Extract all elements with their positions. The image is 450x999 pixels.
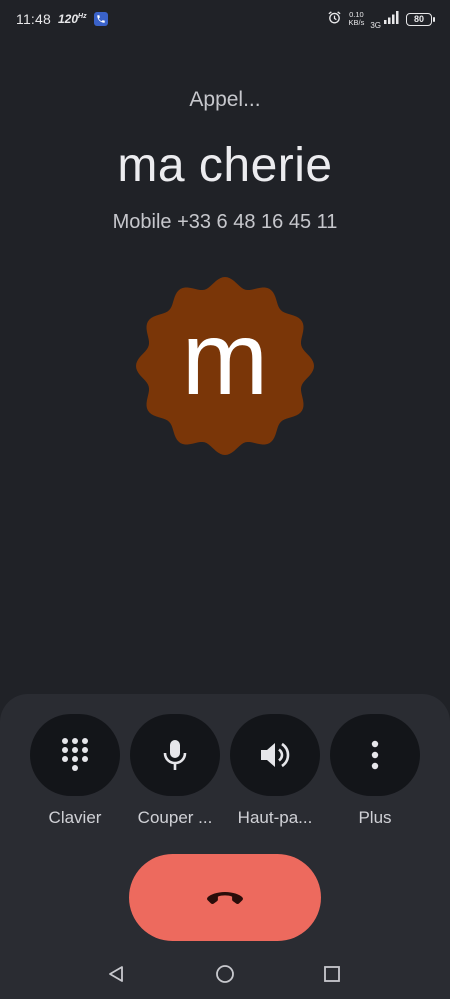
network-type: 3G <box>370 20 381 30</box>
recents-icon <box>324 966 340 982</box>
mute-control: Couper ... <box>130 714 220 828</box>
caller-number: Mobile +33 6 48 16 45 11 <box>112 211 338 233</box>
recents-button[interactable] <box>318 960 346 988</box>
status-right: 0.10 KB/s 3G 80 <box>327 9 435 30</box>
back-button[interactable] <box>102 960 130 988</box>
navigation-bar <box>0 960 450 988</box>
refresh-rate: 120Hz <box>58 12 87 26</box>
more-control: Plus <box>330 714 420 828</box>
speaker-control: Haut-pa... <box>230 714 320 828</box>
ongoing-call-icon <box>93 12 108 26</box>
more-label: Plus <box>358 808 392 827</box>
signal-icon <box>384 11 400 27</box>
avatar: m <box>135 276 315 456</box>
back-icon <box>109 966 123 982</box>
end-call-icon <box>207 891 243 904</box>
dialpad-button[interactable] <box>30 714 120 796</box>
home-button[interactable] <box>211 960 239 988</box>
more-button[interactable] <box>330 714 420 796</box>
call-status: Appel... <box>189 88 261 111</box>
speaker-label: Haut-pa... <box>237 808 313 827</box>
dialpad-icon <box>62 738 88 771</box>
net-speed-unit: KB/s <box>348 18 365 27</box>
dialpad-control: Clavier <box>30 714 120 828</box>
status-bar: 11:48 120Hz 0.10 KB/s 3G 80 <box>0 0 450 38</box>
refresh-rate-value: 120 <box>58 12 79 26</box>
alarm-icon <box>327 10 342 28</box>
caller-name: ma cherie <box>117 139 333 192</box>
dialpad-label: Clavier <box>48 808 102 827</box>
home-icon <box>216 965 234 983</box>
mute-label: Couper ... <box>137 808 213 827</box>
battery-level: 80 <box>413 14 424 24</box>
battery-icon: 80 <box>406 12 435 26</box>
net-speed: 0.10 KB/s <box>348 11 364 27</box>
in-call-controls: Clavier Couper ... Haut-pa... Plus <box>0 694 450 999</box>
end-call-button[interactable] <box>129 854 321 941</box>
more-vert-icon <box>371 740 379 770</box>
speaker-icon <box>261 742 290 768</box>
mute-button[interactable] <box>130 714 220 796</box>
microphone-icon <box>163 740 187 770</box>
status-left: 11:48 120Hz <box>16 11 108 27</box>
avatar-letter: m <box>181 300 269 417</box>
speaker-button[interactable] <box>230 714 320 796</box>
status-time: 11:48 <box>16 11 51 27</box>
